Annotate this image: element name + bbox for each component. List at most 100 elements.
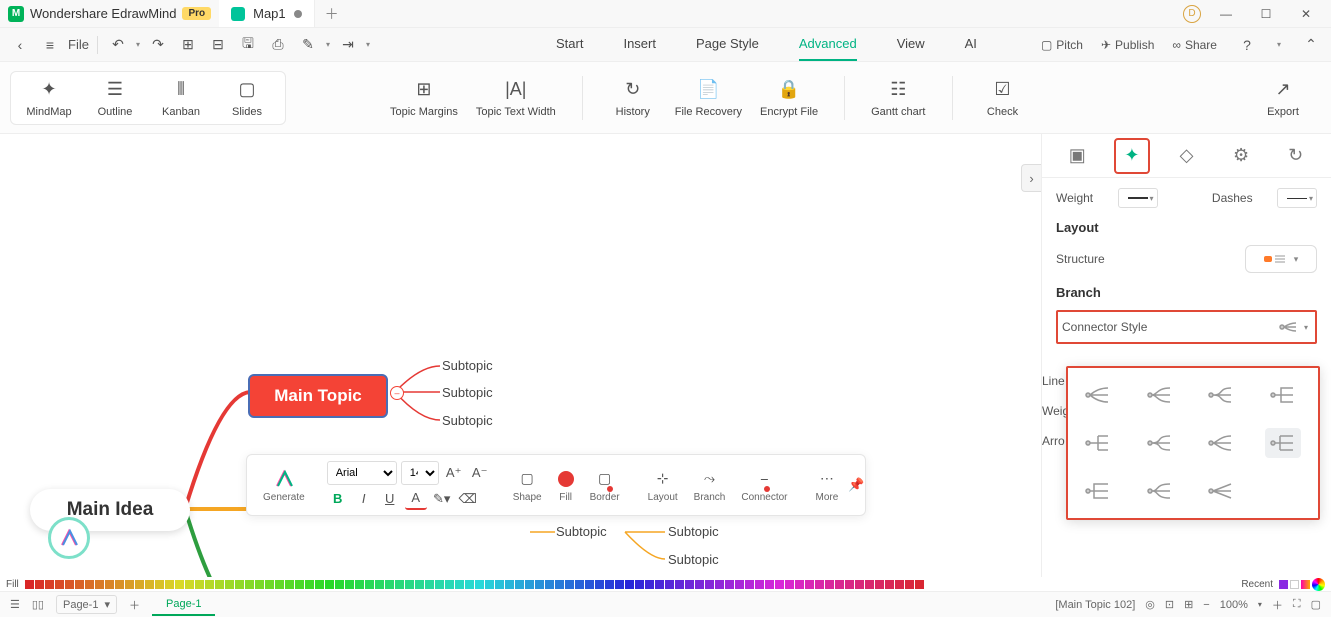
pitch-button[interactable]: ▢Pitch — [1041, 38, 1083, 52]
view-mindmap[interactable]: ✦MindMap — [25, 78, 73, 118]
color-swatch[interactable] — [255, 580, 264, 589]
color-swatch[interactable] — [395, 580, 404, 589]
color-swatch[interactable] — [705, 580, 714, 589]
color-swatch[interactable] — [475, 580, 484, 589]
conn-style-9[interactable] — [1080, 476, 1116, 506]
decrease-font-icon[interactable]: A⁻ — [469, 462, 491, 484]
help-icon[interactable]: ? — [1235, 33, 1259, 57]
font-color-button[interactable]: A — [405, 488, 427, 510]
color-picker-icon[interactable] — [1312, 578, 1325, 591]
shape-button[interactable]: ▢Shape — [507, 468, 548, 503]
color-swatch[interactable] — [625, 580, 634, 589]
zoom-out-button[interactable]: − — [1203, 599, 1209, 611]
connector-style-select[interactable]: ▾ — [1275, 318, 1311, 336]
tab-view[interactable]: View — [897, 28, 925, 61]
undo-icon[interactable]: ↶ — [106, 33, 130, 57]
tab-insert[interactable]: Insert — [623, 28, 656, 61]
color-swatch[interactable] — [725, 580, 734, 589]
slide-view-icon[interactable]: ▯▯ — [32, 598, 44, 611]
connector-style-row[interactable]: Connector Style ▾ — [1056, 310, 1317, 344]
color-swatch[interactable] — [195, 580, 204, 589]
color-swatch[interactable] — [425, 580, 434, 589]
add-topic-icon[interactable]: ⊞ — [176, 33, 200, 57]
color-swatch[interactable] — [875, 580, 884, 589]
encrypt-file-button[interactable]: 🔒Encrypt File — [760, 78, 818, 118]
color-swatch[interactable] — [755, 580, 764, 589]
target-icon[interactable]: ◎ — [1145, 598, 1155, 611]
color-swatch[interactable] — [445, 580, 454, 589]
node-subtopic[interactable]: Subtopic — [442, 413, 493, 428]
color-swatch[interactable] — [375, 580, 384, 589]
color-swatch[interactable] — [335, 580, 344, 589]
history-button[interactable]: ↻History — [609, 78, 657, 118]
color-swatch[interactable] — [55, 580, 64, 589]
file-recovery-button[interactable]: 📄File Recovery — [675, 78, 742, 118]
present-icon[interactable]: ▢ — [1311, 598, 1321, 611]
color-swatch[interactable] — [235, 580, 244, 589]
recent-color[interactable] — [1290, 580, 1299, 589]
color-swatch[interactable] — [565, 580, 574, 589]
color-swatch[interactable] — [505, 580, 514, 589]
color-swatch[interactable] — [895, 580, 904, 589]
color-swatch[interactable] — [765, 580, 774, 589]
color-swatch[interactable] — [325, 580, 334, 589]
tab-ai[interactable]: AI — [965, 28, 977, 61]
node-subtopic[interactable]: Subtopic — [668, 524, 719, 539]
color-swatch[interactable] — [865, 580, 874, 589]
color-swatch[interactable] — [805, 580, 814, 589]
color-swatch[interactable] — [135, 580, 144, 589]
view-kanban[interactable]: ⫴Kanban — [157, 78, 205, 118]
color-swatch[interactable] — [545, 580, 554, 589]
file-menu[interactable]: File — [68, 37, 89, 52]
zoom-in-button[interactable]: ＋ — [1272, 597, 1283, 613]
color-swatch[interactable] — [295, 580, 304, 589]
add-tab-button[interactable]: ＋ — [315, 4, 349, 24]
underline-button[interactable]: U — [379, 488, 401, 510]
color-swatch[interactable] — [515, 580, 524, 589]
color-swatch[interactable] — [675, 580, 684, 589]
color-swatch[interactable] — [95, 580, 104, 589]
color-swatch[interactable] — [125, 580, 134, 589]
sidepanel-toggle[interactable]: › — [1021, 164, 1041, 192]
share-button[interactable]: ∞Share — [1172, 38, 1217, 52]
edit-icon[interactable]: ✎ — [296, 33, 320, 57]
bold-button[interactable]: B — [327, 488, 349, 510]
tab-page-style[interactable]: Page Style — [696, 28, 759, 61]
import-icon[interactable]: ⇥ — [336, 33, 360, 57]
color-swatch[interactable] — [315, 580, 324, 589]
color-swatch[interactable] — [845, 580, 854, 589]
color-swatch[interactable] — [855, 580, 864, 589]
fullscreen-icon[interactable]: ⛶ — [1293, 598, 1301, 611]
color-swatch[interactable] — [525, 580, 534, 589]
connector-button[interactable]: ⎯Connector — [735, 468, 793, 503]
color-swatch[interactable] — [435, 580, 444, 589]
node-subtopic[interactable]: Subtopic — [442, 358, 493, 373]
color-swatch[interactable] — [605, 580, 614, 589]
color-swatch[interactable] — [825, 580, 834, 589]
color-swatch[interactable] — [165, 580, 174, 589]
border-button[interactable]: ▢Border — [584, 468, 626, 503]
expand-collapse-icon[interactable]: – — [390, 386, 404, 400]
fill-button[interactable]: Fill — [552, 468, 580, 503]
conn-style-7[interactable] — [1203, 428, 1239, 458]
color-swatch[interactable] — [665, 580, 674, 589]
view-outline[interactable]: ☰Outline — [91, 78, 139, 118]
publish-button[interactable]: ✈Publish — [1101, 38, 1154, 52]
sp-tab-tag[interactable]: ◇ — [1168, 138, 1204, 174]
color-swatch[interactable] — [905, 580, 914, 589]
generate-button[interactable]: Generate — [257, 468, 311, 503]
conn-style-11[interactable] — [1203, 476, 1239, 506]
color-swatch[interactable] — [455, 580, 464, 589]
color-swatch[interactable] — [615, 580, 624, 589]
color-swatch[interactable] — [205, 580, 214, 589]
print-icon[interactable]: ⎙ — [266, 33, 290, 57]
conn-style-10[interactable] — [1142, 476, 1178, 506]
view-slides[interactable]: ▢Slides — [223, 78, 271, 118]
document-tab[interactable]: Map1 — [219, 0, 315, 27]
branch-button[interactable]: ⤳Branch — [688, 468, 732, 503]
close-button[interactable]: ✕ — [1291, 7, 1321, 21]
sp-tab-layout[interactable]: ▣ — [1059, 138, 1095, 174]
color-swatch[interactable] — [65, 580, 74, 589]
check-button[interactable]: ☑Check — [979, 78, 1027, 118]
color-swatch[interactable] — [695, 580, 704, 589]
